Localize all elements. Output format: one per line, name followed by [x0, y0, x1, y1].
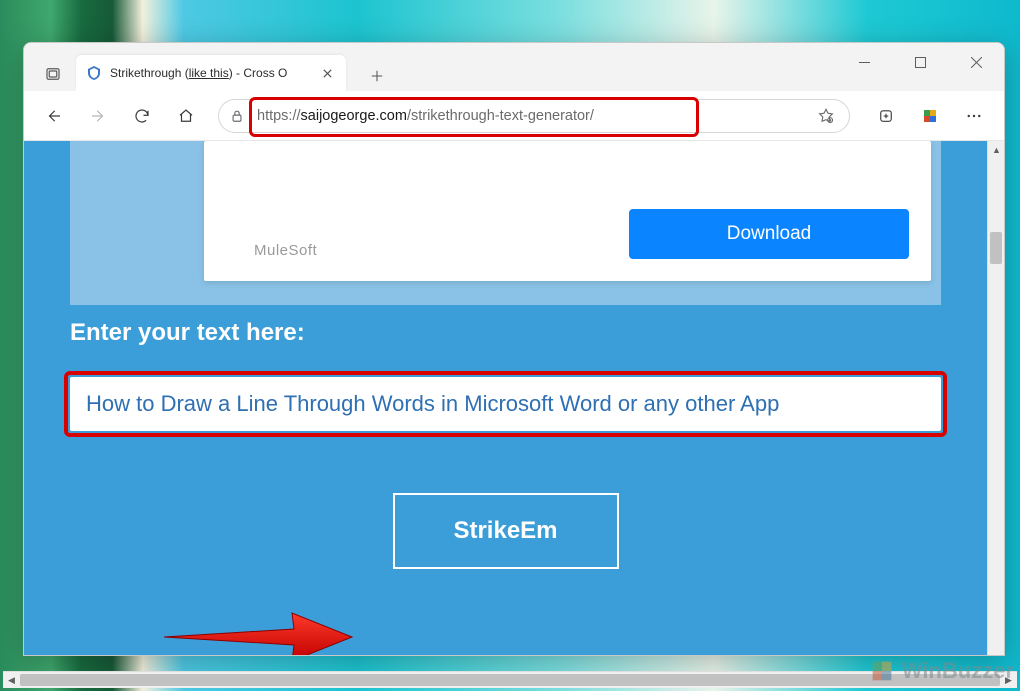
scroll-thumb[interactable] [990, 232, 1002, 264]
window-controls [836, 43, 1004, 81]
scroll-track[interactable] [988, 158, 1004, 655]
enter-text-label: Enter your text here: [70, 319, 941, 347]
maximize-button[interactable] [892, 43, 948, 81]
tab-actions-icon[interactable] [36, 57, 70, 91]
browser-window: Strikethrough (like this) - Cross O [23, 42, 1005, 656]
scroll-right-icon[interactable]: ▶ [1000, 672, 1017, 689]
titlebar: Strikethrough (like this) - Cross O [24, 43, 1004, 91]
toolbar: https://saijogeorge.com/strikethrough-te… [24, 91, 1004, 141]
strikeem-button[interactable]: StrikeEm [393, 493, 619, 569]
input-row [70, 377, 941, 431]
minimize-button[interactable] [836, 43, 892, 81]
close-window-button[interactable] [948, 43, 1004, 81]
collections-icon[interactable] [866, 97, 906, 135]
forward-button[interactable] [78, 97, 118, 135]
toolbar-right-icons [866, 97, 994, 135]
strike-button-row: StrikeEm [70, 493, 941, 569]
horizontal-scrollbar[interactable]: ◀ ▶ [3, 671, 1017, 688]
extension-icon[interactable] [910, 97, 950, 135]
page-content: MuleSoft Download Enter your text here: … [24, 141, 1004, 655]
address-bar[interactable]: https://saijogeorge.com/strikethrough-te… [218, 99, 850, 133]
ad-panel: MuleSoft Download [70, 141, 941, 305]
lock-icon [229, 108, 245, 124]
ad-brand-label: MuleSoft [254, 242, 317, 259]
browser-tab[interactable]: Strikethrough (like this) - Cross O [76, 55, 346, 91]
tab-favicon-icon [86, 65, 102, 81]
back-button[interactable] [34, 97, 74, 135]
hscroll-thumb[interactable] [20, 674, 1000, 686]
refresh-button[interactable] [122, 97, 162, 135]
scroll-left-icon[interactable]: ◀ [3, 672, 20, 689]
url-text: https://saijogeorge.com/strikethrough-te… [257, 108, 811, 124]
text-input[interactable] [70, 377, 941, 431]
favorite-icon[interactable] [811, 101, 841, 131]
menu-button[interactable] [954, 97, 994, 135]
ad-card: MuleSoft Download [204, 141, 931, 281]
scroll-up-icon[interactable]: ▲ [988, 141, 1004, 158]
download-button[interactable]: Download [629, 209, 909, 259]
tab-close-icon[interactable] [318, 64, 336, 82]
tab-strip: Strikethrough (like this) - Cross O [24, 43, 392, 91]
page-inner: MuleSoft Download Enter your text here: … [24, 141, 987, 655]
home-button[interactable] [166, 97, 206, 135]
vertical-scrollbar[interactable]: ▲ [987, 141, 1004, 655]
tab-title: Strikethrough (like this) - Cross O [110, 66, 312, 80]
new-tab-button[interactable] [362, 61, 392, 91]
